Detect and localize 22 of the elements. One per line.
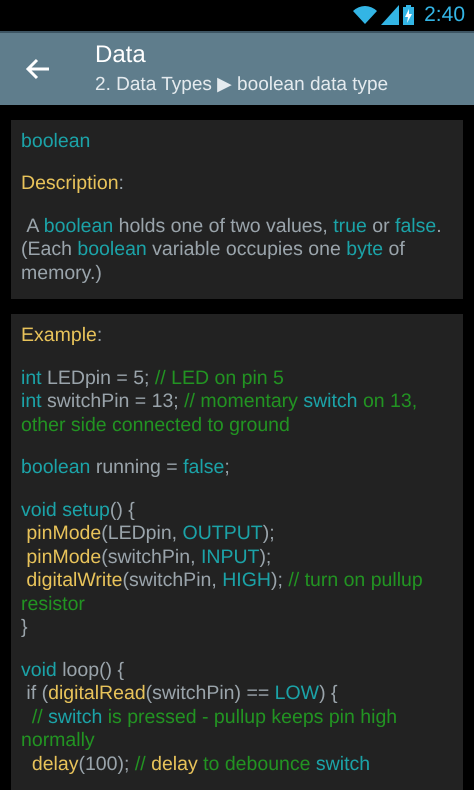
wifi-icon bbox=[353, 6, 378, 24]
text-line: void setup() { bbox=[21, 498, 136, 522]
text-line: void loop() { bbox=[21, 658, 125, 682]
text-line: delay(100); // delay to debounce switch bbox=[30, 752, 372, 776]
text-line: Example: bbox=[21, 324, 104, 348]
text-line: A boolean holds one of two values, true or false. (Each boolean variable occupies one byte of memory.) bbox=[21, 214, 443, 285]
text-line: boolean bbox=[21, 130, 92, 153]
text-line: int LEDpin = 5; // LED on pin 5 bbox=[21, 366, 285, 390]
battery-charging-icon bbox=[403, 5, 414, 26]
text-line: digitalWrite(switchPin, HIGH); // turn on pullup resistor bbox=[21, 569, 424, 616]
signal-icon bbox=[381, 5, 400, 26]
text-line: boolean running = false; bbox=[21, 456, 231, 480]
back-arrow-icon bbox=[25, 58, 51, 80]
breadcrumb: 2. Data Types ▶ boolean data type bbox=[95, 73, 388, 96]
text-line: int switchPin = 13; // momentary switch on 13, other side connected to ground bbox=[21, 390, 418, 437]
text-line: } bbox=[21, 616, 29, 640]
text-line: if (digitalRead(switchPin) == LOW) { bbox=[25, 682, 338, 706]
clock-time: 2:40 bbox=[424, 3, 465, 28]
text-line: Description: bbox=[21, 172, 125, 196]
text-line: pinMode(switchPin, INPUT); bbox=[25, 546, 272, 569]
screen-title: Data bbox=[95, 41, 147, 70]
text-line: pinMode(LEDpin, OUTPUT); bbox=[25, 522, 276, 546]
